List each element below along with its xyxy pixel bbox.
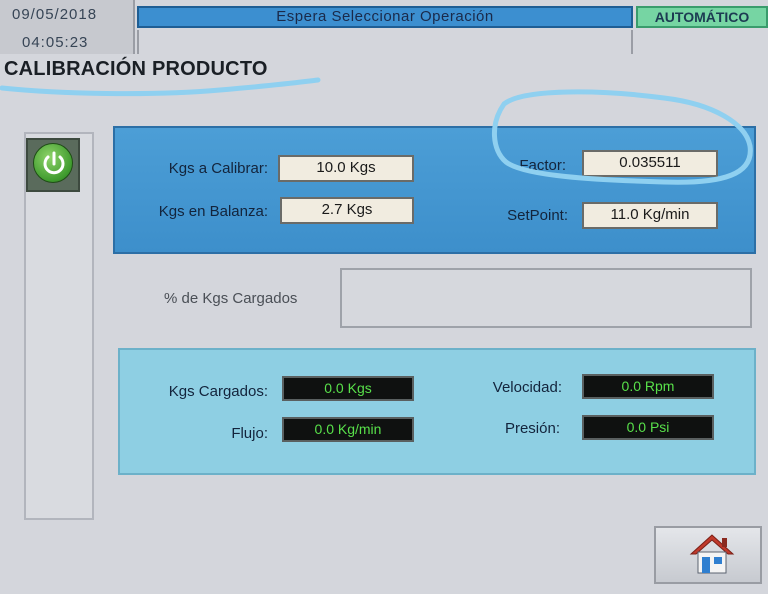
velocidad-label: Velocidad: [492,379,562,396]
factor-highlight-annotation [491,89,753,185]
setpoint-field[interactable]: 11.0 Kg/min [582,202,718,229]
status-bar: Espera Seleccionar Operación [137,6,633,28]
readings-panel [118,348,756,475]
velocidad-display: 0.0 Rpm [582,374,714,399]
flujo-display: 0.0 Kg/min [282,417,414,442]
kgs-cargados-display: 0.0 Kgs [282,376,414,401]
kgs-cargados-label: Kgs Cargados: [168,383,268,400]
power-symbol [43,151,65,175]
mode-indicator: AUTOMÁTICO [636,6,768,28]
progress-bar [340,268,752,328]
kgs-balanza-field: 2.7 Kgs [280,197,414,224]
setpoint-label: SetPoint: [507,207,568,224]
flujo-label: Flujo: [231,425,268,442]
kgs-calibrar-field[interactable]: 10.0 Kgs [278,155,414,182]
date-display: 09/05/2018 [12,6,98,23]
time-display: 04:05:23 [22,34,89,51]
home-icon[interactable] [688,532,736,576]
presion-label: Presión: [504,420,560,437]
kgs-balanza-label: Kgs en Balanza: [158,203,268,220]
presion-display: 0.0 Psi [582,415,714,440]
power-icon[interactable] [33,143,73,183]
kgs-calibrar-label: Kgs a Calibrar: [168,160,268,177]
title-underline-annotation [0,77,321,97]
header-subpanel [137,30,633,54]
progress-label: % de Kgs Cargados [164,290,298,307]
